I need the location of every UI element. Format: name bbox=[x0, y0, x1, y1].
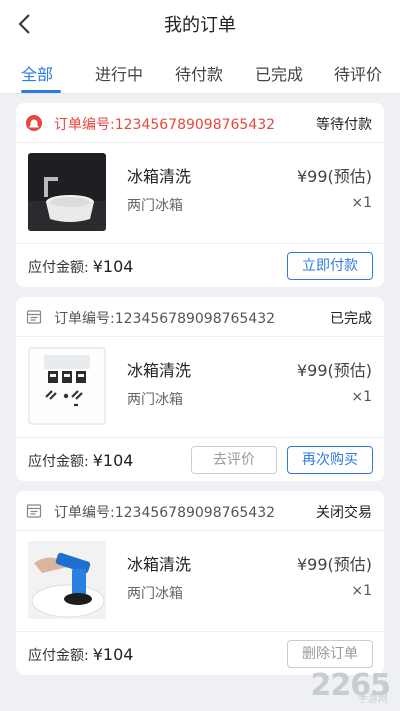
delete-order-button[interactable]: 删除订单 bbox=[287, 640, 373, 668]
order-card-header: 订单编号:123456789098765432 等待付款 bbox=[16, 103, 384, 143]
page-title: 我的订单 bbox=[164, 15, 236, 36]
product-image-sink[interactable] bbox=[28, 153, 106, 231]
active-tab-indicator bbox=[21, 90, 61, 93]
tab-pending-review[interactable]: 待评价 bbox=[334, 61, 382, 85]
payable-value: ¥104 bbox=[92, 645, 134, 664]
payable-value: ¥104 bbox=[92, 257, 134, 276]
payable-amount: 应付金额: ¥104 bbox=[28, 257, 133, 277]
alarm-icon bbox=[26, 115, 42, 131]
order-card-footer: 应付金额: ¥104 立即付款 bbox=[16, 243, 384, 287]
product-price: ¥99(预估) bbox=[296, 361, 372, 380]
watermark-text: 手游网 bbox=[358, 694, 388, 705]
tab-pending-payment[interactable]: 待付款 bbox=[175, 61, 223, 85]
payable-amount: 应付金额: ¥104 bbox=[28, 645, 133, 665]
order-list-icon bbox=[26, 310, 42, 324]
buy-again-button[interactable]: 再次购买 bbox=[287, 446, 373, 474]
payable-label: 应付金额: bbox=[28, 648, 89, 664]
product-spec: 两门冰箱 bbox=[127, 198, 183, 214]
order-status: 等待付款 bbox=[316, 117, 372, 133]
payable-value: ¥104 bbox=[92, 451, 134, 470]
tab-in-progress[interactable]: 进行中 bbox=[95, 61, 143, 85]
product-name: 冰箱清洗 bbox=[127, 361, 192, 380]
order-list-icon bbox=[26, 504, 42, 518]
pay-now-button[interactable]: 立即付款 bbox=[287, 252, 373, 280]
order-number: 订单编号:123456789098765432 bbox=[54, 505, 276, 521]
order-card[interactable]: 订单编号:123456789098765432 已完成 冰箱清洗 两门冰箱 ¥9… bbox=[16, 297, 384, 481]
tab-completed[interactable]: 已完成 bbox=[255, 61, 303, 85]
order-status: 关闭交易 bbox=[316, 505, 372, 521]
product-quantity: ×1 bbox=[351, 195, 372, 211]
site-watermark: 2265 手游网 bbox=[311, 668, 391, 705]
product-price: ¥99(预估) bbox=[296, 555, 372, 574]
order-number: 订单编号:123456789098765432 bbox=[54, 311, 276, 327]
product-image-plunger[interactable] bbox=[28, 541, 106, 619]
order-card[interactable]: 订单编号:123456789098765432 关闭交易 冰箱清洗 两门冰箱 ¥… bbox=[16, 491, 384, 675]
order-card-header: 订单编号:123456789098765432 关闭交易 bbox=[16, 491, 384, 531]
product-image-socket[interactable] bbox=[28, 347, 106, 425]
product-quantity: ×1 bbox=[351, 583, 372, 599]
product-spec: 两门冰箱 bbox=[127, 392, 183, 408]
order-card[interactable]: 订单编号:123456789098765432 等待付款 冰箱清洗 两门冰箱 ¥… bbox=[16, 103, 384, 287]
product-spec: 两门冰箱 bbox=[127, 586, 183, 602]
order-card-header: 订单编号:123456789098765432 已完成 bbox=[16, 297, 384, 337]
tab-all[interactable]: 全部 bbox=[21, 61, 53, 85]
product-name: 冰箱清洗 bbox=[127, 555, 192, 574]
product-name: 冰箱清洗 bbox=[127, 167, 192, 186]
payable-amount: 应付金额: ¥104 bbox=[28, 451, 133, 471]
product-price: ¥99(预估) bbox=[296, 167, 372, 186]
payable-label: 应付金额: bbox=[28, 454, 89, 470]
product-quantity: ×1 bbox=[351, 389, 372, 405]
order-card-footer: 应付金额: ¥104 去评价 再次购买 bbox=[16, 437, 384, 481]
order-status: 已完成 bbox=[330, 311, 372, 327]
top-bar: 我的订单 bbox=[0, 0, 400, 48]
tab-bar: 全部 进行中 待付款 已完成 待评价 bbox=[0, 48, 400, 94]
review-button[interactable]: 去评价 bbox=[191, 446, 277, 474]
order-number: 订单编号:123456789098765432 bbox=[54, 117, 276, 133]
payable-label: 应付金额: bbox=[28, 260, 89, 276]
